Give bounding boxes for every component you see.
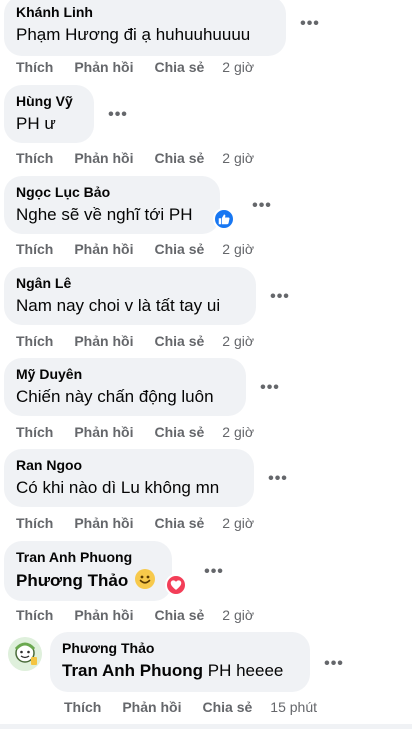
comment-actions: Thích Phản hồi Chia sẻ 2 giờ xyxy=(16,241,254,257)
comment-bubble[interactable]: Ngân Lê Nam nay choi v là tất tay ui xyxy=(4,267,256,325)
comment-actions: Thích Phản hồi Chia sẻ 2 giờ xyxy=(16,333,254,349)
mention-link[interactable]: Tran Anh Phuong xyxy=(62,661,203,680)
reply-button[interactable]: Phản hồi xyxy=(74,424,133,440)
divider xyxy=(0,724,412,729)
share-button[interactable]: Chia sẻ xyxy=(154,333,204,349)
like-button[interactable]: Thích xyxy=(16,333,53,349)
reply-button[interactable]: Phản hồi xyxy=(74,515,133,531)
share-button[interactable]: Chia sẻ xyxy=(154,607,204,623)
comment-actions: Thích Phản hồi Chia sẻ 2 giờ xyxy=(16,150,254,166)
comment-actions: Thích Phản hồi Chia sẻ 15 phút xyxy=(64,699,317,715)
comment-time[interactable]: 15 phút xyxy=(270,699,317,715)
avatar[interactable] xyxy=(8,637,42,671)
share-button[interactable]: Chia sẻ xyxy=(202,699,252,715)
reply-button[interactable]: Phản hồi xyxy=(74,241,133,257)
comment-actions: Thích Phản hồi Chia sẻ 2 giờ xyxy=(16,607,254,623)
comment-bubble[interactable]: Ran Ngoo Có khi nào dì Lu không mn xyxy=(4,449,254,507)
comment-bubble[interactable]: Ngọc Lục Bảo Nghe sẽ về nghĩ tới PH xyxy=(4,176,220,234)
comment-author[interactable]: Mỹ Duyên xyxy=(16,365,234,383)
more-dots-icon[interactable]: ••• xyxy=(264,469,292,489)
share-button[interactable]: Chia sẻ xyxy=(154,241,204,257)
share-button[interactable]: Chia sẻ xyxy=(154,150,204,166)
reply-button[interactable]: Phản hồi xyxy=(74,333,133,349)
comment-text: Phạm Hương đi ạ huhuuhuuuu xyxy=(16,25,251,44)
reply-button[interactable]: Phản hồi xyxy=(74,59,133,75)
comment-bubble[interactable]: Khánh Linh Phạm Hương đi ạ huhuuhuuuu xyxy=(4,0,286,56)
comment-time[interactable]: 2 giờ xyxy=(222,241,254,257)
reply-text: PH heeee xyxy=(207,661,284,680)
more-dots-icon[interactable]: ••• xyxy=(104,105,132,125)
share-button[interactable]: Chia sẻ xyxy=(154,424,204,440)
more-dots-icon[interactable]: ••• xyxy=(266,287,294,307)
comment-actions: Thích Phản hồi Chia sẻ 2 giờ xyxy=(16,424,254,440)
comment-author[interactable]: Hùng Vỹ xyxy=(16,92,82,110)
share-button[interactable]: Chia sẻ xyxy=(154,515,204,531)
reply-button[interactable]: Phản hồi xyxy=(74,607,133,623)
like-button[interactable]: Thích xyxy=(16,424,53,440)
comment-actions: Thích Phản hồi Chia sẻ 2 giờ xyxy=(16,59,254,75)
comment-text: Phương Thảo xyxy=(16,569,160,592)
comment-author[interactable]: Tran Anh Phuong xyxy=(16,548,160,566)
mention-link[interactable]: Phương Thảo xyxy=(16,571,128,590)
comment-author[interactable]: Ran Ngoo xyxy=(16,456,242,474)
comment-bubble[interactable]: Phương Thảo Tran Anh Phuong PH heeee xyxy=(50,632,310,692)
like-button[interactable]: Thích xyxy=(16,241,53,257)
comment-text: Tran Anh Phuong PH heeee xyxy=(62,660,298,682)
comment-actions: Thích Phản hồi Chia sẻ 2 giờ xyxy=(16,515,254,531)
more-dots-icon[interactable]: ••• xyxy=(248,196,276,216)
like-reaction-icon[interactable] xyxy=(213,208,235,230)
love-reaction-icon[interactable] xyxy=(165,574,187,596)
comment-text: PH ư xyxy=(16,114,56,133)
more-dots-icon[interactable]: ••• xyxy=(200,562,228,582)
like-button[interactable]: Thích xyxy=(64,699,101,715)
smile-emoji-icon xyxy=(134,569,155,589)
like-button[interactable]: Thích xyxy=(16,515,53,531)
comment-bubble[interactable]: Hùng Vỹ PH ư xyxy=(4,85,94,143)
more-dots-icon[interactable]: ••• xyxy=(320,654,348,674)
like-button[interactable]: Thích xyxy=(16,150,53,166)
comment-time[interactable]: 2 giờ xyxy=(222,424,254,440)
comment-time[interactable]: 2 giờ xyxy=(222,150,254,166)
comment-time[interactable]: 2 giờ xyxy=(222,59,254,75)
more-dots-icon[interactable]: ••• xyxy=(256,378,284,398)
comment-bubble[interactable]: Tran Anh Phuong Phương Thảo xyxy=(4,541,172,601)
comment-text: Chiến này chấn động luôn xyxy=(16,387,214,406)
comment-time[interactable]: 2 giờ xyxy=(222,333,254,349)
comment-author[interactable]: Phương Thảo xyxy=(62,639,298,657)
comment-text: Nam nay choi v là tất tay ui xyxy=(16,296,221,315)
reply-button[interactable]: Phản hồi xyxy=(122,699,181,715)
comment-bubble[interactable]: Mỹ Duyên Chiến này chấn động luôn xyxy=(4,358,246,416)
reply-button[interactable]: Phản hồi xyxy=(74,150,133,166)
comment-author[interactable]: Khánh Linh xyxy=(16,3,274,21)
like-button[interactable]: Thích xyxy=(16,607,53,623)
comment-author[interactable]: Ngọc Lục Bảo xyxy=(16,183,208,201)
comment-text: Có khi nào dì Lu không mn xyxy=(16,478,220,497)
like-button[interactable]: Thích xyxy=(16,59,53,75)
comment-time[interactable]: 2 giờ xyxy=(222,607,254,623)
share-button[interactable]: Chia sẻ xyxy=(154,59,204,75)
comment-time[interactable]: 2 giờ xyxy=(222,515,254,531)
comment-author[interactable]: Ngân Lê xyxy=(16,274,244,292)
more-dots-icon[interactable]: ••• xyxy=(296,14,324,34)
comment-text: Nghe sẽ về nghĩ tới PH xyxy=(16,205,193,224)
